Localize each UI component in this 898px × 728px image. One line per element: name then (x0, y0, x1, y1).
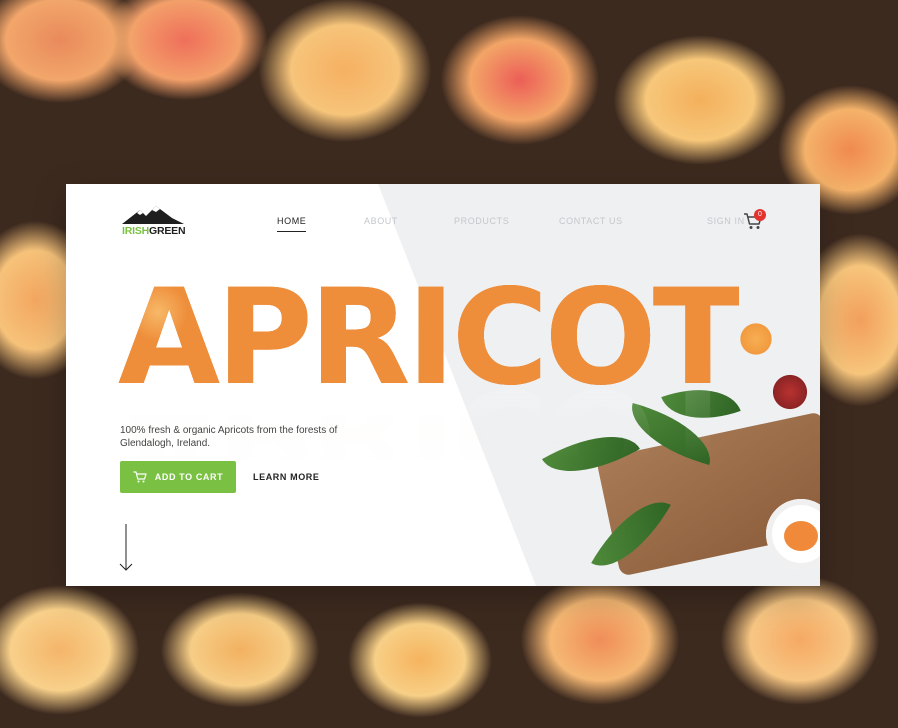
add-to-cart-button[interactable]: ADD TO CART (120, 461, 236, 493)
learn-more-button[interactable]: LEARN MORE (253, 461, 320, 493)
hero-tagline: 100% fresh & organic Apricots from the f… (120, 425, 338, 449)
add-to-cart-label: ADD TO CART (154, 472, 224, 482)
nav-home[interactable]: HOME (277, 216, 307, 232)
nav-products[interactable]: PRODUCTS (454, 216, 509, 226)
nav-about[interactable]: ABOUT (364, 216, 398, 226)
arrow-down-icon[interactable] (119, 524, 133, 572)
cart-icon (133, 471, 147, 483)
bowl (766, 499, 820, 569)
nav-contact-us[interactable]: CONTACT US (559, 216, 623, 226)
sign-in-link[interactable]: SIGN IN (707, 216, 745, 226)
cart-count-badge: 0 (754, 209, 766, 221)
landing-card: IRISHGREEN HOME ABOUT PRODUCTS CONTACT U… (66, 184, 820, 586)
